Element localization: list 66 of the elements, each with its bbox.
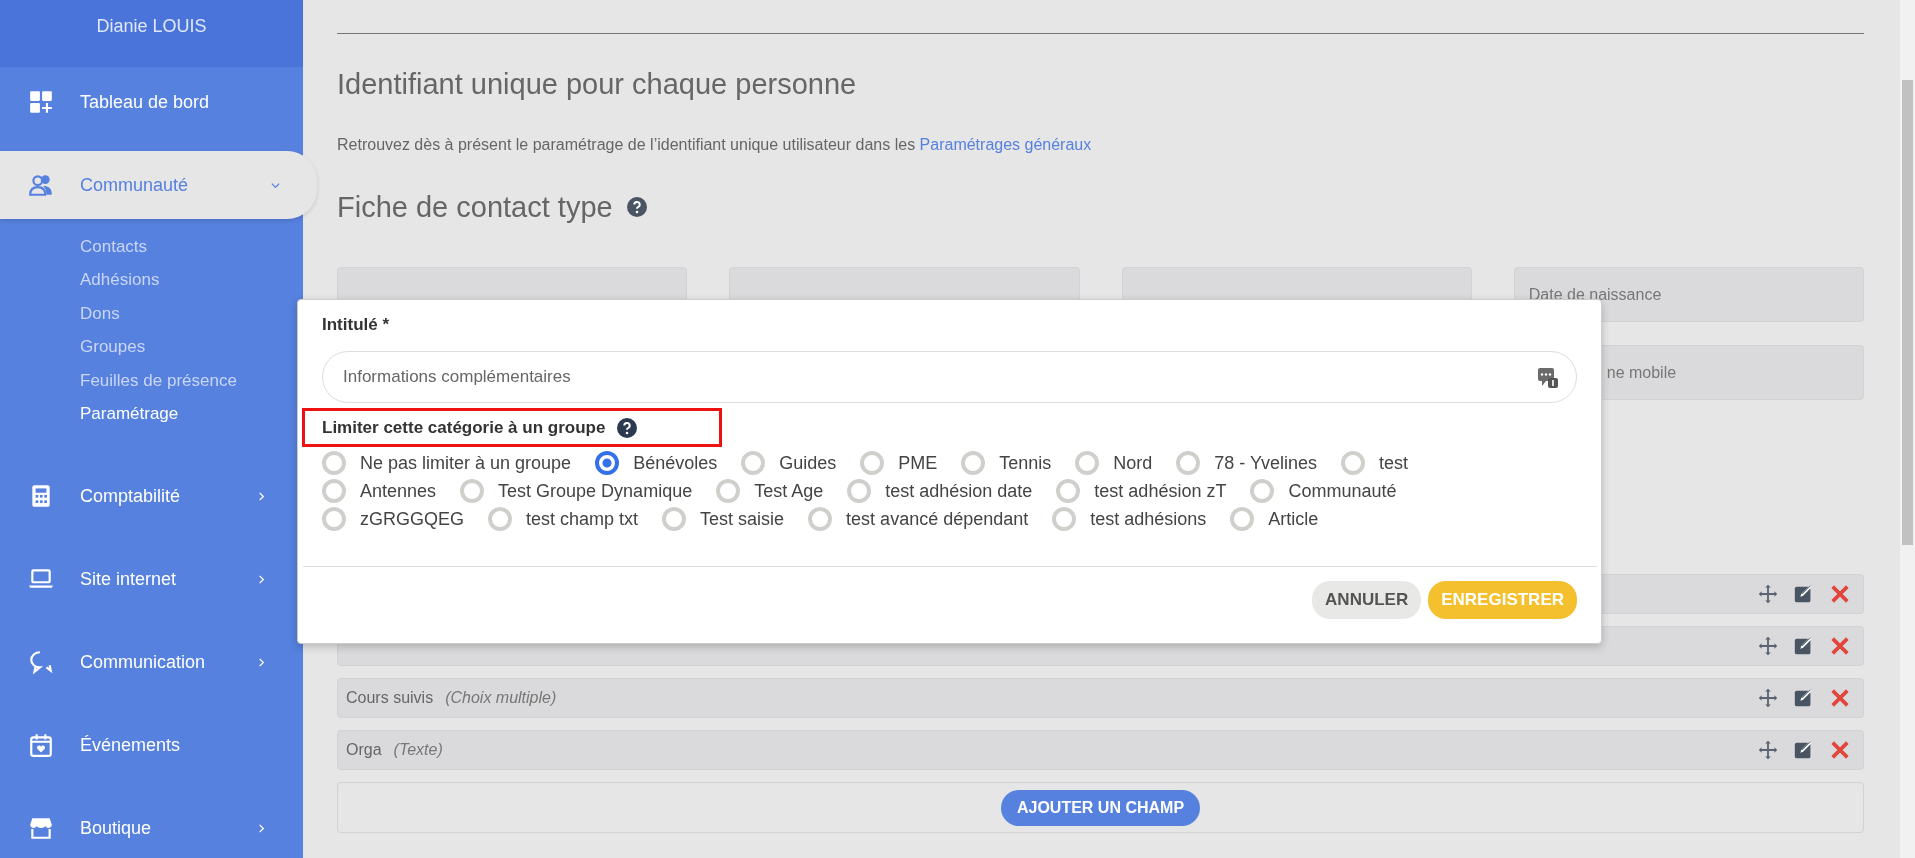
radio-label: Guides <box>779 451 837 475</box>
menu-item[interactable]: Communauté <box>0 151 317 219</box>
help-icon <box>626 197 647 217</box>
radio-label: Antennes <box>360 479 437 503</box>
field-type: (Choix multiple) <box>445 689 557 706</box>
move-icon[interactable] <box>1757 635 1779 657</box>
radio-label: test adhésion date <box>885 479 1033 503</box>
scrollbar[interactable] <box>1900 0 1915 858</box>
dashboard-icon <box>28 89 54 115</box>
radio-label: Bénévoles <box>633 451 718 475</box>
title-input[interactable]: Informations complémentaires <box>322 351 1577 403</box>
chat-icon <box>28 649 54 676</box>
radio-label: zGRGGQEG <box>360 507 464 531</box>
field-name: Orga <box>346 741 382 758</box>
radio-label: Test Age <box>754 479 824 503</box>
radio-label: Nord <box>1113 451 1153 475</box>
add-field-button[interactable]: AJOUTER UN CHAMP <box>1000 789 1201 826</box>
move-icon[interactable] <box>1757 739 1779 761</box>
radio-label: test adhésion zT <box>1094 479 1227 503</box>
submenu-item[interactable]: Feuilles de présence <box>80 363 237 398</box>
users-icon <box>28 172 54 198</box>
menu-item[interactable]: Site internet <box>0 551 303 608</box>
move-icon[interactable] <box>1757 687 1779 709</box>
counter-icon <box>1537 366 1559 388</box>
radio-button[interactable] <box>595 451 620 475</box>
radio-label: 78 - Yvelines <box>1214 451 1318 475</box>
menu-item[interactable]: Tableau de bord <box>0 74 303 130</box>
radio-label: test adhésions <box>1090 507 1207 531</box>
cancel-button[interactable]: ANNULER <box>1312 581 1422 619</box>
field-name: Cours suivis <box>346 689 434 706</box>
menu-item[interactable]: Boutique <box>0 800 303 857</box>
delete-icon[interactable] <box>1829 635 1851 657</box>
user-name: Dianie LOUIS <box>96 15 207 38</box>
field-label: Limiter cette catégorie à un groupe <box>322 416 606 439</box>
radio-label: Test Groupe Dynamique <box>498 479 693 503</box>
submenu-item[interactable]: Adhésions <box>80 263 160 297</box>
submenu-item[interactable]: Paramétrage <box>80 397 179 431</box>
submenu-item[interactable]: Dons <box>80 296 120 331</box>
radio-label: test champ txt <box>526 507 639 531</box>
menu-item[interactable]: Événements <box>0 717 303 774</box>
field-label: Intitulé * <box>322 314 391 336</box>
submenu-item[interactable]: Groupes <box>80 330 146 364</box>
section-heading: Fiche de contact type <box>337 190 613 225</box>
calendar-icon <box>28 732 54 759</box>
delete-icon[interactable] <box>1829 739 1851 761</box>
move-icon[interactable] <box>1757 583 1779 605</box>
shop-icon <box>28 815 54 842</box>
radio-label: Ne pas limiter à un groupe <box>360 451 572 475</box>
radio-label: test avancé dépendant <box>846 507 1029 531</box>
submenu-item[interactable]: Contacts <box>80 230 148 264</box>
radio-label: Test saisie <box>700 507 785 531</box>
delete-icon[interactable] <box>1829 583 1851 605</box>
delete-icon[interactable] <box>1829 687 1851 709</box>
field-label: ne mobile <box>1606 363 1677 383</box>
radio-label: Article <box>1268 507 1319 531</box>
settings-link[interactable]: Paramétrages généraux <box>919 136 1092 153</box>
page-heading: Identifiant unique pour chaque personne <box>337 67 858 102</box>
radio-label: test <box>1379 451 1409 475</box>
radio-label: Communauté <box>1288 479 1397 503</box>
field-type: (Texte) <box>393 741 443 758</box>
menu-item[interactable]: Communication <box>0 634 303 691</box>
intro-text: Retrouvez dès à présent le paramétrage de l’identifiant unique utilisateur dans les Paramétrages généraux <box>337 135 1093 155</box>
radio-label: PME <box>898 451 938 475</box>
help-icon <box>617 417 638 438</box>
scrollbar-thumb[interactable] <box>1902 80 1913 545</box>
radio-label: Tennis <box>999 451 1052 475</box>
